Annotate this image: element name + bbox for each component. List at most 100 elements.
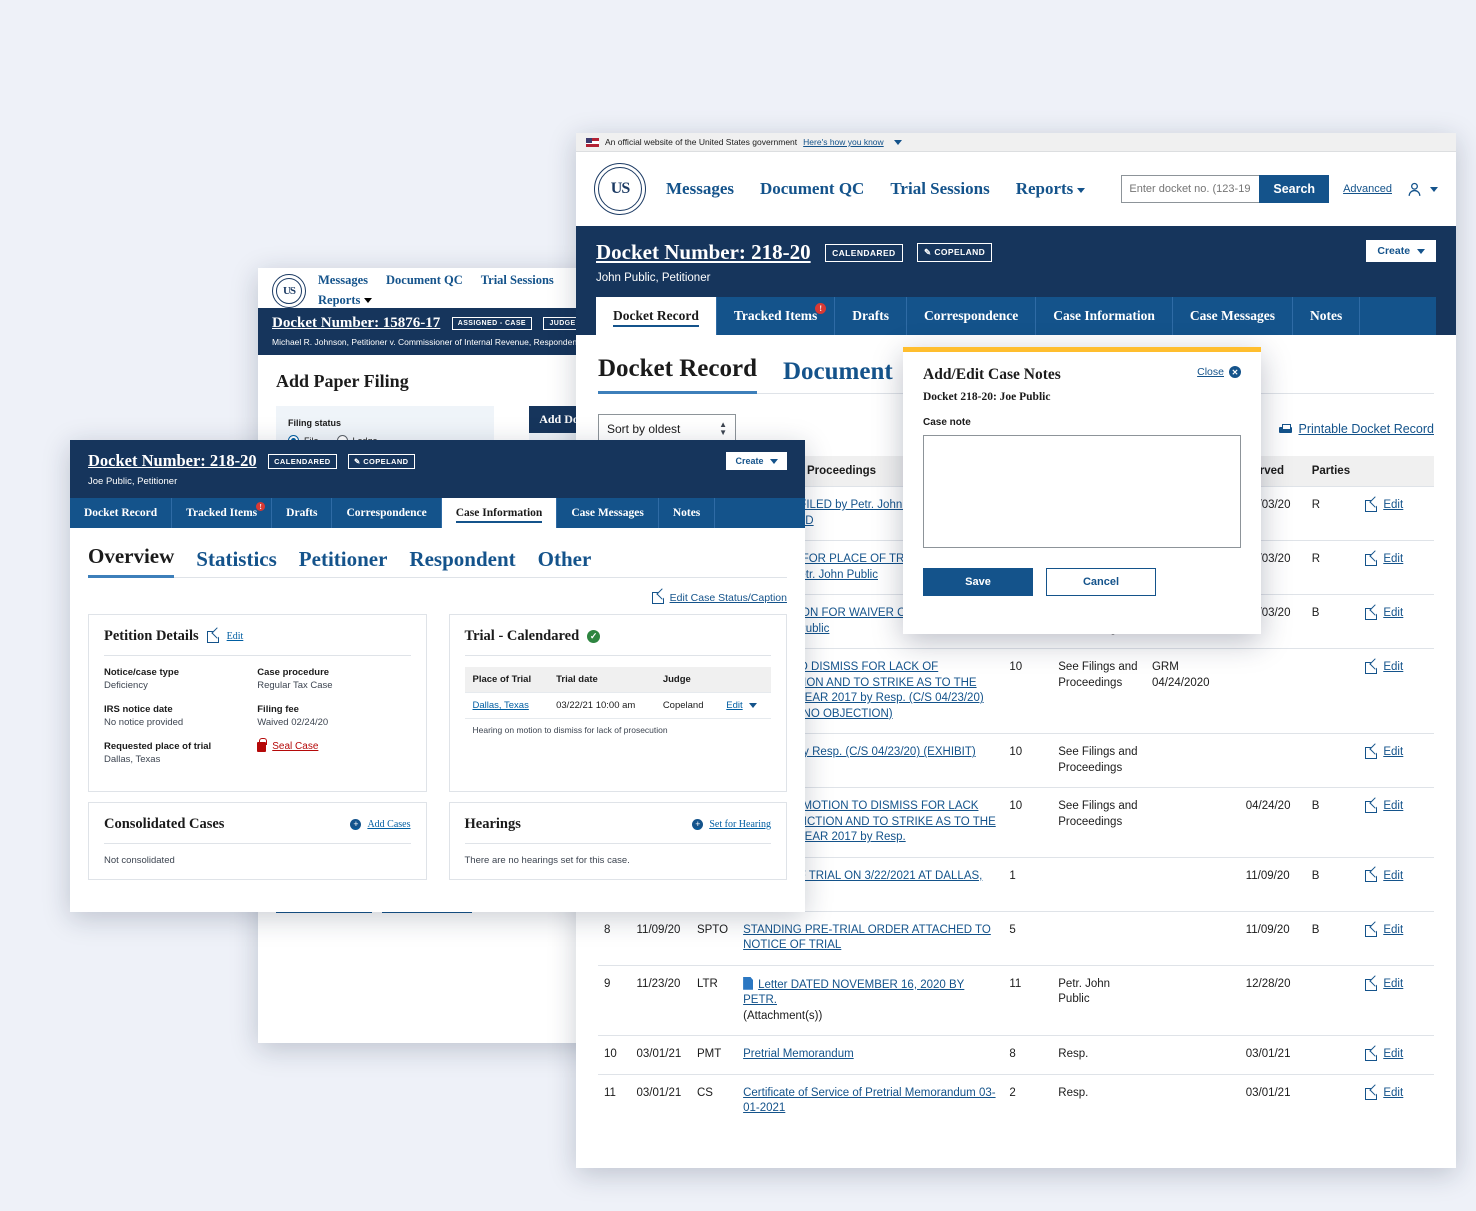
set-for-hearing-link[interactable]: + Set for Hearing <box>692 819 771 830</box>
save-button[interactable]: Save <box>923 568 1033 596</box>
tab-docket-record[interactable]: Docket Record <box>70 498 172 528</box>
cell-judge: Copeland <box>655 693 718 719</box>
row-edit-link[interactable]: Edit <box>1365 606 1428 622</box>
cell-parties <box>1306 1074 1360 1128</box>
field-label: IRS notice date <box>104 704 257 715</box>
tab-docket-record[interactable]: Docket Record <box>596 297 717 335</box>
row-edit-link[interactable]: Edit <box>1365 660 1428 676</box>
hearings-body: There are no hearings set for this case. <box>465 855 772 866</box>
document-link[interactable]: Certificate of Service of Pretrial Memor… <box>743 1087 995 1115</box>
trial-edit-link[interactable]: Edit <box>726 700 742 711</box>
cell-event: LTR <box>691 965 737 1036</box>
tab-notes[interactable]: Notes <box>1293 297 1360 335</box>
divider <box>104 843 411 844</box>
cell-filed-by <box>1052 857 1146 911</box>
tab-case-messages[interactable]: Case Messages <box>557 498 659 528</box>
nav-document-qc[interactable]: Document QC <box>760 179 864 199</box>
add-cases-link[interactable]: + Add Cases <box>350 819 410 830</box>
docket-number-title[interactable]: Docket Number: 15876-17 <box>272 315 440 332</box>
create-button[interactable]: Create <box>1366 240 1436 262</box>
cell-action <box>1146 965 1240 1036</box>
table-row: 811/09/20SPTOSTANDING PRE-TRIAL ORDER AT… <box>598 911 1434 965</box>
cell-date: 03/01/21 <box>631 1074 691 1128</box>
document-link[interactable]: Pretrial Memorandum <box>743 1048 854 1060</box>
subtab-overview[interactable]: Overview <box>88 544 174 578</box>
field-label: Case procedure <box>257 667 410 678</box>
subtab-document[interactable]: Document <box>783 358 893 394</box>
row-edit-link[interactable]: Edit <box>1365 498 1428 514</box>
nav-trial-sessions[interactable]: Trial Sessions <box>890 179 989 199</box>
seal-case-link[interactable]: Seal Case <box>257 741 410 752</box>
row-edit-link[interactable]: Edit <box>1365 1047 1428 1063</box>
nav-messages[interactable]: Messages <box>666 179 734 199</box>
field-value: Regular Tax Case <box>257 680 410 691</box>
cell-pages: 11 <box>1003 965 1052 1036</box>
row-edit-link[interactable]: Edit <box>1365 552 1428 568</box>
plus-circle-icon: + <box>350 819 361 830</box>
subtab-statistics[interactable]: Statistics <box>196 547 277 578</box>
row-edit-link[interactable]: Edit <box>1365 869 1428 885</box>
field-value: Dallas, Texas <box>104 754 257 765</box>
row-edit-link[interactable]: Edit <box>1365 977 1428 993</box>
main-nav: Messages Document QC Trial Sessions Repo… <box>666 179 1085 199</box>
col-parties: Parties <box>1306 456 1360 487</box>
case-info-docket-header: Docket Number: 218-20 CALENDARED ✎ COPEL… <box>70 440 805 498</box>
tab-tracked-items[interactable]: Tracked Items! <box>172 498 272 528</box>
tab-correspondence[interactable]: Correspondence <box>907 297 1036 335</box>
search-input[interactable] <box>1121 175 1259 203</box>
nav-reports[interactable]: Reports <box>318 293 360 307</box>
case-note-textarea[interactable] <box>923 435 1241 548</box>
pencil-icon <box>1365 870 1377 882</box>
place-of-trial-link[interactable]: Dallas, Texas <box>473 700 529 711</box>
cell-filed-by: See Filings and Proceedings <box>1052 788 1146 858</box>
docket-number-title[interactable]: Docket Number: 218-20 <box>88 451 257 471</box>
row-edit-link[interactable]: Edit <box>1365 923 1428 939</box>
nav-messages[interactable]: Messages <box>318 273 368 288</box>
cell-pages: 10 <box>1003 649 1052 734</box>
docket-number-title[interactable]: Docket Number: 218-20 <box>596 240 811 265</box>
subtab-docket-record[interactable]: Docket Record <box>598 355 757 394</box>
printable-docket-record-link[interactable]: Printable Docket Record <box>1279 422 1434 436</box>
case-info-subtabs: Overview Statistics Petitioner Responden… <box>88 544 787 578</box>
tab-drafts[interactable]: Drafts <box>272 498 332 528</box>
petition-details-title: Petition Details Edit <box>104 628 411 645</box>
subtab-respondent[interactable]: Respondent <box>409 547 515 578</box>
subtab-other[interactable]: Other <box>538 547 592 578</box>
tab-case-messages[interactable]: Case Messages <box>1173 297 1293 335</box>
row-edit-link[interactable]: Edit <box>1365 1086 1428 1102</box>
status-badge-judge: ✎ COPELAND <box>917 243 992 262</box>
petition-details-edit-link[interactable]: Edit <box>227 631 244 642</box>
tab-correspondence[interactable]: Correspondence <box>332 498 441 528</box>
search-button[interactable]: Search <box>1259 175 1329 203</box>
how-you-know-link[interactable]: Here's how you know <box>803 137 884 147</box>
subtab-petitioner[interactable]: Petitioner <box>299 547 388 578</box>
cell-date: 11/09/20 <box>631 911 691 965</box>
tab-tracked-items[interactable]: Tracked Items! <box>717 297 835 335</box>
document-link[interactable]: Letter DATED NOVEMBER 16, 2020 BY PETR. <box>743 979 964 1007</box>
row-edit-link[interactable]: Edit <box>1365 799 1428 815</box>
row-edit-label: Edit <box>1383 660 1403 676</box>
create-button-label: Create <box>735 456 763 466</box>
edit-case-status-caption-link[interactable]: Edit Case Status/Caption <box>88 592 787 604</box>
tab-case-information[interactable]: Case Information <box>442 498 558 528</box>
cell-parties: R <box>1306 487 1360 541</box>
tab-drafts[interactable]: Drafts <box>835 297 907 335</box>
cell-served <box>1240 734 1306 788</box>
chevron-down-icon <box>1417 249 1425 254</box>
close-button[interactable]: Close ✕ <box>1197 366 1241 378</box>
cell-filed-by: See Filings and Proceedings <box>1052 649 1146 734</box>
document-link[interactable]: STANDING PRE-TRIAL ORDER ATTACHED TO NOT… <box>743 924 991 952</box>
nav-reports[interactable]: Reports <box>1016 179 1086 199</box>
tab-notes[interactable]: Notes <box>659 498 715 528</box>
row-edit-link[interactable]: Edit <box>1365 745 1428 761</box>
cancel-button[interactable]: Cancel <box>1046 568 1156 596</box>
user-menu[interactable] <box>1406 181 1438 198</box>
cell-parties <box>1306 965 1360 1036</box>
consolidated-cases-title: Consolidated Cases + Add Cases <box>104 816 411 833</box>
nav-trial-sessions[interactable]: Trial Sessions <box>481 273 554 288</box>
trial-card-heading: Trial - Calendared <box>465 628 580 645</box>
create-button[interactable]: Create <box>726 452 787 470</box>
advanced-search-link[interactable]: Advanced <box>1343 183 1392 195</box>
tab-case-information[interactable]: Case Information <box>1036 297 1173 335</box>
nav-document-qc[interactable]: Document QC <box>386 273 463 288</box>
